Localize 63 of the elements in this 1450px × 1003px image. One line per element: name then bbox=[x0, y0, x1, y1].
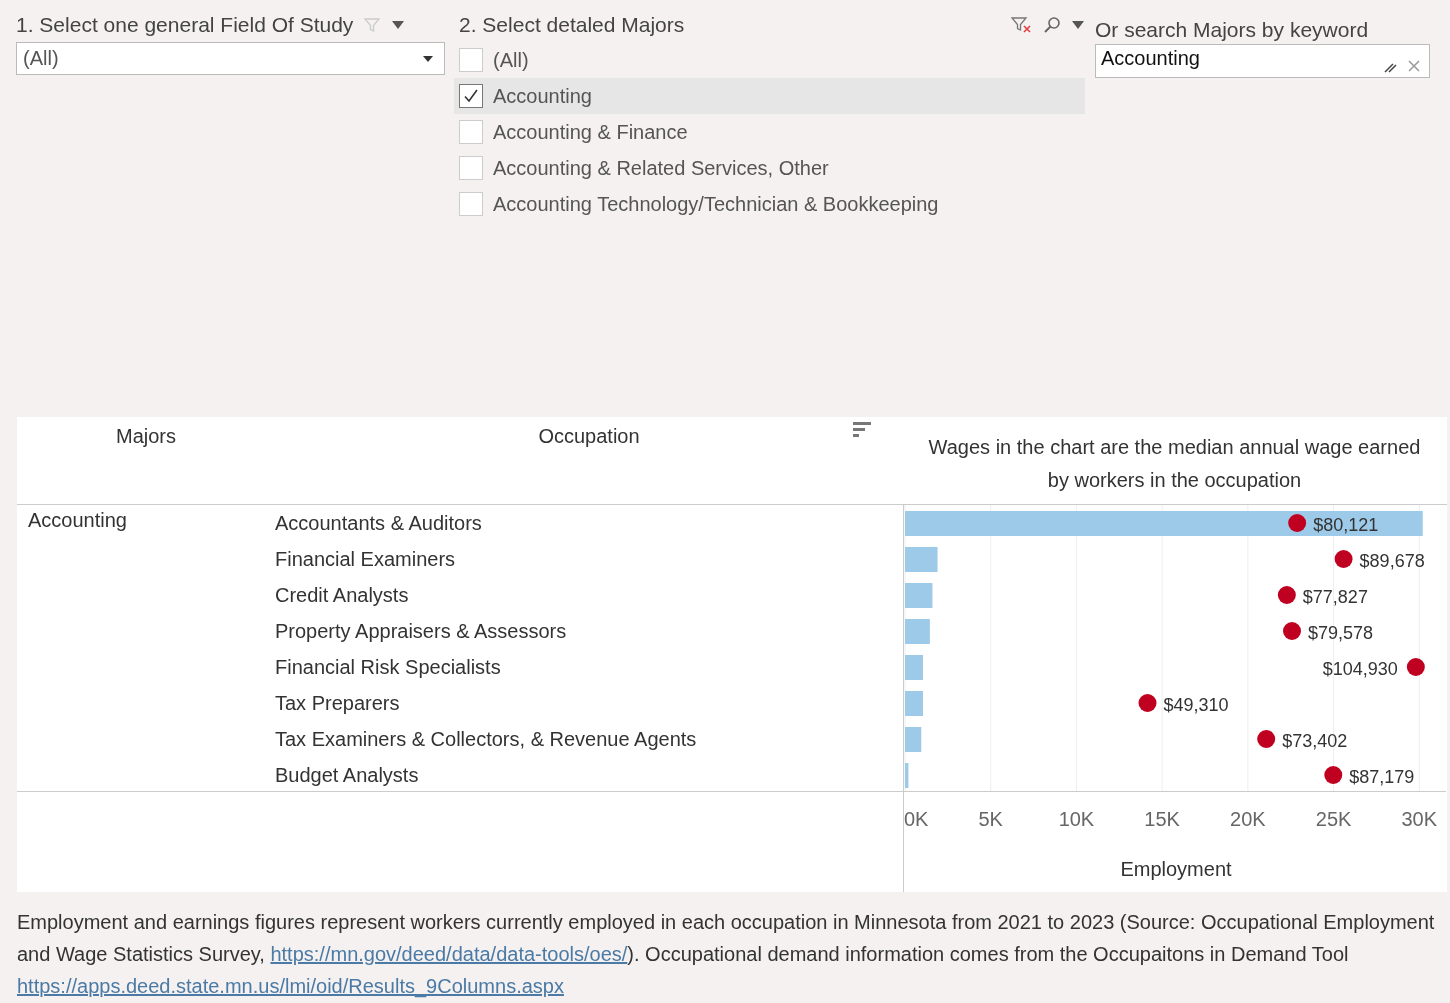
source-link[interactable]: https://apps.deed.state.mn.us/lmi/oid/Results_9Columns.aspx bbox=[17, 975, 564, 997]
footnote: Employment and earnings figures represent workers currently employed in each occupation in Minnesota from 2021 to 2023 (Source: Occupational Employment and Wage Statistics Survey, https://mn.gov/deed/data/data-tools/oes/). Occupational demand information comes from the Occupaitons in Demand Tool https://apps.deed.state.mn.us/lmi/oid/Results_9Columns.aspx bbox=[17, 910, 1436, 1000]
close-icon[interactable] bbox=[1407, 59, 1421, 73]
wage-dot[interactable] bbox=[1406, 658, 1425, 676]
axis-tick-label: 15K bbox=[1144, 808, 1180, 830]
axis-tick-label: 20K bbox=[1230, 808, 1266, 830]
axis-tick-label: 5K bbox=[978, 808, 1003, 830]
wage-dot[interactable] bbox=[1334, 550, 1353, 568]
filter-title: Or search Majors by keyword bbox=[1095, 18, 1370, 42]
wage-label: $77,827 bbox=[1302, 587, 1368, 607]
wage-dot[interactable] bbox=[1324, 766, 1343, 784]
wage-label: $49,310 bbox=[1163, 695, 1229, 715]
column-header: Occupation bbox=[538, 425, 640, 447]
table-cell: Tax Preparers bbox=[275, 691, 400, 715]
search-icon[interactable] bbox=[1043, 16, 1061, 34]
keyword-search-field[interactable]: Accounting bbox=[1095, 44, 1430, 78]
check-icon bbox=[462, 87, 480, 105]
table-cell: Financial Risk Specialists bbox=[275, 655, 501, 679]
axis-tick-label: 0K bbox=[904, 808, 929, 830]
major-option[interactable]: Accounting bbox=[454, 78, 1085, 114]
table-cell: Budget Analysts bbox=[275, 763, 419, 787]
clear-filter-icon[interactable] bbox=[1011, 16, 1033, 34]
caret-icon bbox=[422, 54, 434, 63]
table-cell: Financial Examiners bbox=[275, 547, 456, 571]
caret-icon[interactable] bbox=[1071, 20, 1085, 30]
source-link[interactable]: https://mn.gov/deed/data/data-tools/oes/ bbox=[270, 943, 628, 965]
wage-label: $79,578 bbox=[1308, 623, 1374, 643]
chart-heading: Wages in the chart are the median annual wage earned by workers in the occupation bbox=[927, 435, 1422, 493]
axis-tick-label: 10K bbox=[1058, 808, 1095, 830]
major-option[interactable]: Accounting & Related Services, Other bbox=[454, 150, 1085, 186]
checkbox[interactable] bbox=[459, 120, 483, 144]
wage-label: $73,402 bbox=[1282, 731, 1348, 751]
table-cell: Accountants & Auditors bbox=[275, 511, 482, 535]
axis-tick-label: 30K bbox=[1401, 808, 1438, 830]
wage-dot[interactable] bbox=[1277, 586, 1296, 604]
checkbox[interactable] bbox=[459, 84, 483, 108]
sort-icon[interactable] bbox=[853, 421, 873, 439]
wage-dot[interactable] bbox=[1257, 730, 1276, 748]
axis-title: Employment bbox=[1120, 858, 1232, 880]
filter-title: 1. Select one general Field Of Study bbox=[16, 13, 354, 37]
checkbox[interactable] bbox=[459, 156, 483, 180]
field-of-study-dropdown[interactable]: (All) bbox=[16, 42, 445, 75]
checkbox[interactable] bbox=[459, 192, 483, 216]
wage-label: $80,121 bbox=[1313, 515, 1379, 535]
wage-label: $87,179 bbox=[1349, 767, 1415, 787]
major-option[interactable]: Accounting & Finance bbox=[454, 114, 1085, 150]
table-cell: Tax Examiners & Collectors, & Revenue Agents bbox=[275, 727, 697, 751]
major-option[interactable]: Accounting Technology/Technician & Bookkeeping bbox=[454, 186, 1085, 222]
wage-label: $89,678 bbox=[1359, 551, 1425, 571]
wage-dot[interactable] bbox=[1283, 622, 1301, 640]
wage-dot[interactable] bbox=[1138, 694, 1157, 712]
table-cell: Accounting bbox=[28, 509, 127, 532]
table-cell: Property Appraisers & Assessors bbox=[275, 619, 567, 643]
filter-title: 2. Select detaled Majors bbox=[459, 13, 685, 37]
axis-tick-label: 25K bbox=[1315, 808, 1352, 830]
wage-label: $104,930 bbox=[1322, 659, 1398, 679]
employment-bar[interactable] bbox=[905, 511, 1423, 536]
major-option[interactable]: (All) bbox=[454, 42, 1085, 78]
wage-dot[interactable] bbox=[1288, 514, 1307, 532]
table-cell: Credit Analysts bbox=[275, 583, 409, 607]
column-header: Majors bbox=[116, 425, 176, 447]
checkbox[interactable] bbox=[459, 48, 483, 72]
caret-icon[interactable] bbox=[391, 20, 406, 30]
